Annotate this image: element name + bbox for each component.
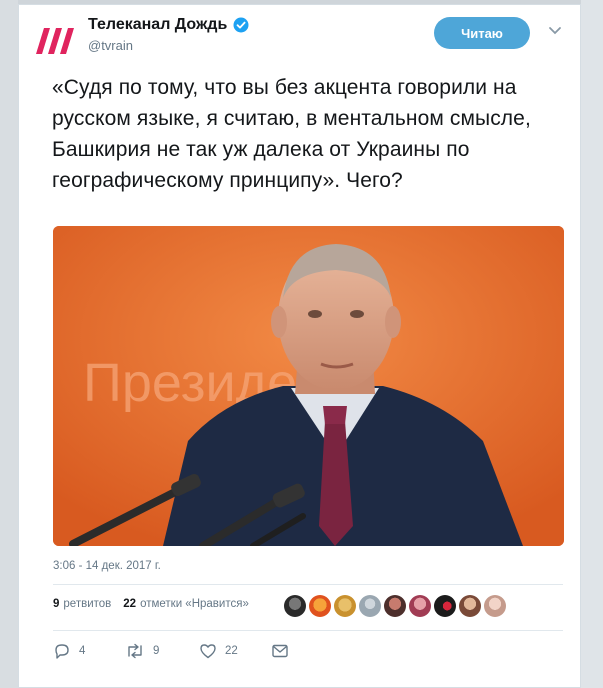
tvrain-logo-icon: [36, 28, 74, 54]
photo-image: Президе: [53, 226, 564, 546]
divider: [53, 630, 563, 631]
liker-avatar[interactable]: [459, 595, 481, 617]
liker-avatar[interactable]: [359, 595, 381, 617]
direct-message-icon: [272, 644, 288, 658]
following-button[interactable]: Читаю: [434, 17, 530, 49]
liker-avatar[interactable]: [284, 595, 306, 617]
chevron-down-icon[interactable]: [548, 26, 562, 36]
background-left: [0, 0, 18, 688]
likes-label[interactable]: отметки «Нравится»: [140, 598, 249, 610]
account-name-row[interactable]: Телеканал Дождь: [88, 16, 249, 34]
retweet-count: 9: [153, 645, 160, 657]
reply-action[interactable]: 4: [53, 643, 85, 659]
verified-badge-icon: [233, 17, 249, 33]
liker-avatar[interactable]: [409, 595, 431, 617]
divider: [53, 584, 563, 585]
direct-message-action[interactable]: [271, 643, 289, 659]
liker-avatar[interactable]: [384, 595, 406, 617]
like-action[interactable]: 22: [199, 643, 238, 659]
retweet-action[interactable]: 9: [125, 643, 159, 659]
likes-count[interactable]: 22: [123, 598, 136, 610]
tweet-photo[interactable]: Президе: [53, 226, 564, 546]
account-name[interactable]: Телеканал Дождь: [88, 16, 227, 34]
tweet-actions: 4 9 22: [53, 643, 313, 663]
tweet-timestamp[interactable]: 3:06 - 14 дек. 2017 г.: [53, 560, 161, 572]
account-avatar[interactable]: [32, 20, 78, 60]
liker-avatar[interactable]: [309, 595, 331, 617]
liker-avatar[interactable]: [334, 595, 356, 617]
liker-avatars: [284, 595, 506, 617]
retweets-label[interactable]: ретвитов: [63, 598, 111, 610]
retweet-icon: [128, 643, 142, 659]
account-handle[interactable]: @tvrain: [88, 38, 133, 53]
tweet-text: «Судя по тому, что вы без акцента говори…: [52, 76, 531, 192]
like-icon: [200, 644, 216, 659]
liker-avatar[interactable]: [434, 595, 456, 617]
reply-count: 4: [79, 645, 86, 657]
retweets-count[interactable]: 9: [53, 598, 59, 610]
like-count: 22: [225, 645, 238, 657]
background-right: [581, 0, 603, 688]
reply-icon: [55, 644, 69, 659]
tweet-stats: 9 ретвитов 22 отметки «Нравится»: [53, 598, 249, 610]
liker-avatar[interactable]: [484, 595, 506, 617]
